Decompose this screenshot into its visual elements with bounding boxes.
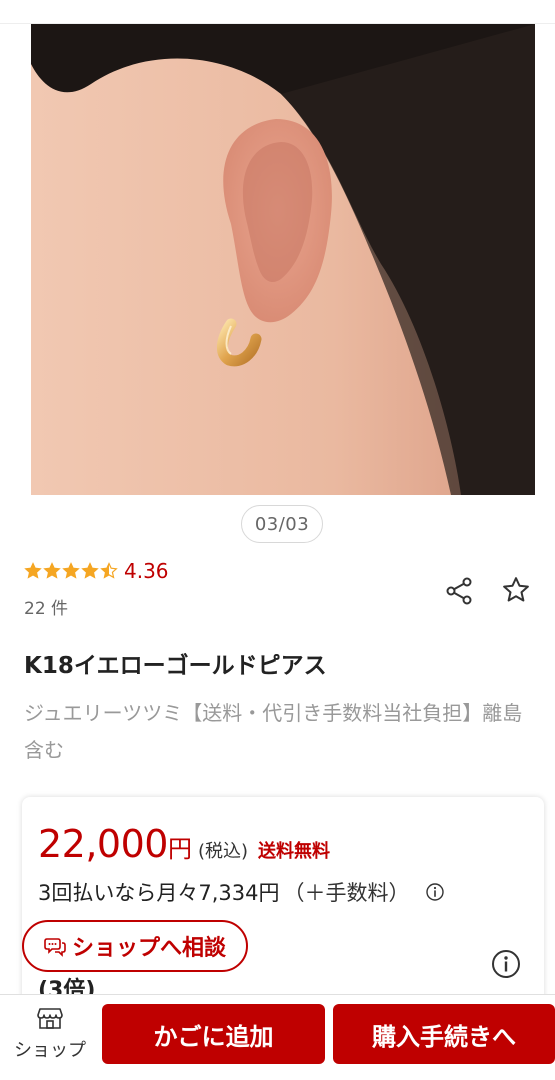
rating-row[interactable]: 4.36 <box>24 558 169 584</box>
share-button[interactable] <box>442 574 476 608</box>
top-strip <box>0 0 555 24</box>
add-to-cart-button[interactable]: かごに追加 <box>102 1004 325 1064</box>
rating-value: 4.36 <box>124 559 169 583</box>
free-shipping-label: 送料無料 <box>258 841 331 862</box>
chat-icon <box>44 938 66 957</box>
price-currency: 円 <box>167 835 192 863</box>
info-icon[interactable] <box>425 882 445 902</box>
star-filled-icon <box>81 562 99 579</box>
star-filled-icon <box>24 562 42 579</box>
star-rating <box>24 562 118 580</box>
image-counter-text: 03/03 <box>254 513 310 535</box>
price-amount: 22,000 <box>38 822 168 866</box>
price-line: 22,000 円 (税込) 送料無料 <box>38 822 330 866</box>
installment-fee: （＋手数料） <box>283 881 410 905</box>
price-tax-note: (税込) <box>197 841 249 862</box>
consult-shop-label: ショップへ相談 <box>71 936 226 961</box>
star-filled-icon <box>62 562 80 579</box>
share-icon <box>446 577 472 605</box>
product-image[interactable] <box>31 24 535 495</box>
installment-text: 3回払いなら月々7,334円 <box>38 881 280 905</box>
installment-line: 3回払いなら月々7,334円 （＋手数料） <box>38 877 445 907</box>
shop-nav-label: ショップ <box>14 1040 86 1061</box>
checkout-button[interactable]: 購入手続きへ <box>333 1004 555 1064</box>
info-icon[interactable] <box>490 948 522 980</box>
star-outline-icon <box>503 577 529 602</box>
shop-name[interactable]: ジュエリーツツミ【送料・代引き手数料当社負担】離島含む <box>24 695 534 769</box>
shop-nav-button[interactable]: ショップ <box>6 1004 94 1064</box>
star-filled-icon <box>43 562 61 579</box>
star-half-icon <box>100 562 118 579</box>
product-photo <box>31 24 535 495</box>
image-counter: 03/03 <box>241 505 323 543</box>
review-count[interactable]: 22 件 <box>24 594 68 619</box>
favorite-button[interactable] <box>498 572 534 608</box>
product-title: K18イエローゴールドピアス <box>24 653 327 679</box>
consult-shop-button[interactable]: ショップへ相談 <box>22 920 248 972</box>
store-icon <box>37 1008 63 1029</box>
